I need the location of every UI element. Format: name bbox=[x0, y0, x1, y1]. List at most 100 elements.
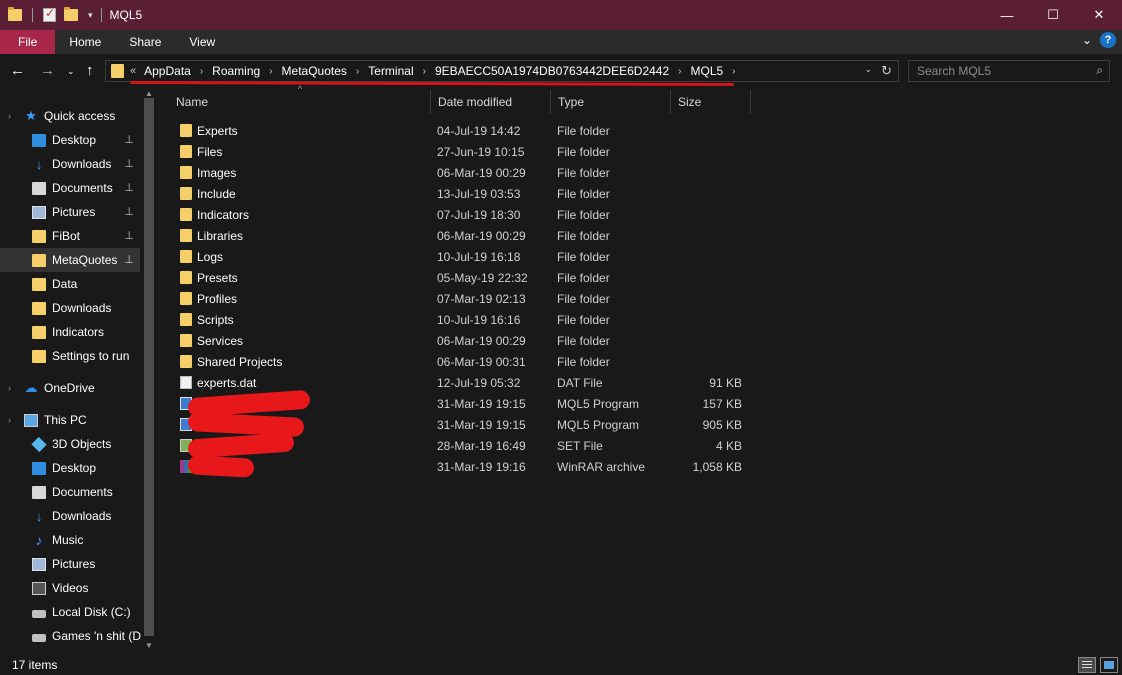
pin-icon[interactable]: ⊥ bbox=[124, 181, 134, 194]
nav-item-label: Games 'n shit (D bbox=[52, 629, 141, 643]
expand-chevron-icon[interactable]: › bbox=[8, 111, 11, 121]
table-row[interactable]: 31-Mar-19 19:16 WinRAR archive 1,058 KB bbox=[176, 455, 776, 478]
nav-item-local-disk-c[interactable]: Local Disk (C:) bbox=[0, 600, 140, 624]
tab-view[interactable]: View bbox=[175, 30, 229, 54]
nav-item-metaquotes[interactable]: MetaQuotes ⊥ bbox=[0, 248, 140, 272]
hidden-crumbs-icon[interactable]: « bbox=[130, 65, 136, 77]
column-header-type[interactable]: Type bbox=[550, 88, 670, 116]
table-row[interactable]: 31-Mar-19 19:15 MQL5 Program 157 KB bbox=[176, 389, 776, 418]
nav-item-pictures[interactable]: Pictures ⊥ bbox=[0, 200, 140, 224]
forward-arrow-icon[interactable]: → bbox=[40, 62, 55, 79]
table-row[interactable]: Libraries 06-Mar-19 00:29 File folder bbox=[176, 225, 776, 246]
scrollbar-thumb[interactable] bbox=[144, 98, 154, 636]
tab-share[interactable]: Share bbox=[115, 30, 175, 54]
pin-icon[interactable]: ⊥ bbox=[124, 133, 134, 146]
nav-item-settings-to-run[interactable]: Settings to run bbox=[0, 344, 140, 368]
expand-chevron-icon[interactable]: › bbox=[8, 415, 11, 425]
nav-item-onedrive[interactable]: › ☁ OneDrive bbox=[0, 376, 140, 400]
nav-item-downloads[interactable]: Downloads bbox=[0, 296, 140, 320]
recent-locations-icon[interactable]: ⌄ bbox=[67, 66, 75, 77]
nav-item-desktop[interactable]: Desktop ⊥ bbox=[0, 128, 140, 152]
chevron-right-icon[interactable]: › bbox=[678, 66, 681, 77]
nav-scrollbar[interactable]: ▲ ▼ bbox=[142, 88, 156, 655]
scroll-up-icon[interactable]: ▲ bbox=[145, 89, 153, 98]
nav-item-documents[interactable]: Documents ⊥ bbox=[0, 176, 140, 200]
table-row[interactable]: 31-Mar-19 19:15 MQL5 Program 905 KB bbox=[176, 411, 776, 438]
up-arrow-icon[interactable]: ↑ bbox=[86, 62, 94, 79]
chevron-right-icon[interactable]: › bbox=[356, 66, 359, 77]
close-button[interactable]: ✕ bbox=[1076, 0, 1122, 30]
nav-item-indicators[interactable]: Indicators bbox=[0, 320, 140, 344]
tab-file[interactable]: File bbox=[0, 30, 56, 54]
breadcrumb-roaming[interactable]: Roaming bbox=[212, 64, 260, 78]
minimize-button[interactable]: — bbox=[984, 0, 1030, 30]
table-row[interactable]: Include 13-Jul-19 03:53 File folder bbox=[176, 183, 776, 204]
table-row[interactable]: Indicators 07-Jul-19 18:30 File folder bbox=[176, 204, 776, 225]
scroll-down-icon[interactable]: ▼ bbox=[145, 641, 153, 650]
date-modified: 31-Mar-19 19:16 bbox=[437, 460, 526, 474]
nav-item-downloads[interactable]: ↓ Downloads bbox=[0, 504, 140, 528]
nav-item-quick-access[interactable]: › ★ Quick access bbox=[0, 104, 140, 128]
table-row[interactable]: 28-Mar-19 16:49 SET File 4 KB bbox=[176, 432, 776, 459]
chevron-right-icon[interactable]: › bbox=[269, 66, 272, 77]
table-row[interactable]: Logs 10-Jul-19 16:18 File folder bbox=[176, 246, 776, 267]
nav-item-pictures[interactable]: Pictures bbox=[0, 552, 140, 576]
breadcrumb-appdata[interactable]: AppData bbox=[144, 64, 191, 78]
table-row[interactable]: Files 27-Jun-19 10:15 File folder bbox=[176, 141, 776, 162]
pin-icon[interactable]: ⊥ bbox=[124, 157, 134, 170]
column-header-date[interactable]: Date modified bbox=[430, 88, 550, 116]
pin-icon[interactable]: ⊥ bbox=[124, 253, 134, 266]
breadcrumb-mql5[interactable]: MQL5 bbox=[690, 64, 723, 78]
table-row[interactable]: experts.dat 12-Jul-19 05:32 DAT File 91 KB bbox=[176, 372, 776, 393]
folder-icon[interactable] bbox=[8, 7, 22, 21]
customize-toolbar-icon[interactable]: ▾ bbox=[88, 10, 93, 21]
chevron-right-icon[interactable]: › bbox=[423, 66, 426, 77]
expand-ribbon-icon[interactable]: ⌄ bbox=[1082, 33, 1092, 47]
nav-item-fibot[interactable]: FiBot ⊥ bbox=[0, 224, 140, 248]
column-header-name[interactable]: Name bbox=[168, 88, 430, 116]
nav-item-3d-objects[interactable]: 3D Objects bbox=[0, 432, 140, 456]
table-row[interactable]: Profiles 07-Mar-19 02:13 File folder bbox=[176, 288, 776, 309]
nav-item-this-pc[interactable]: › This PC bbox=[0, 408, 140, 432]
properties-icon[interactable] bbox=[43, 6, 56, 22]
address-history-icon[interactable]: ⌄ bbox=[864, 64, 872, 75]
search-box[interactable]: ⌕ bbox=[908, 60, 1110, 82]
address-bar[interactable]: « AppData › Roaming › MetaQuotes › Termi… bbox=[105, 60, 899, 82]
nav-item-downloads[interactable]: ↓ Downloads ⊥ bbox=[0, 152, 140, 176]
search-input[interactable] bbox=[909, 61, 1079, 81]
new-folder-icon[interactable] bbox=[64, 7, 78, 21]
nav-item-videos[interactable]: Videos bbox=[0, 576, 140, 600]
nav-item-data[interactable]: Data bbox=[0, 272, 140, 296]
nav-item-desktop[interactable]: Desktop bbox=[0, 456, 140, 480]
table-row[interactable]: Experts 04-Jul-19 14:42 File folder bbox=[176, 120, 776, 141]
details-view-button[interactable] bbox=[1078, 657, 1096, 673]
refresh-icon[interactable]: ↻ bbox=[881, 63, 892, 79]
table-row[interactable]: Images 06-Mar-19 00:29 File folder bbox=[176, 162, 776, 183]
table-row[interactable]: Services 06-Mar-19 00:29 File folder bbox=[176, 330, 776, 351]
back-arrow-icon[interactable]: ← bbox=[10, 62, 25, 79]
table-row[interactable]: Presets 05-May-19 22:32 File folder bbox=[176, 267, 776, 288]
pin-icon[interactable]: ⊥ bbox=[124, 205, 134, 218]
column-header-size[interactable]: Size bbox=[670, 88, 750, 116]
breadcrumb-metaquotes[interactable]: MetaQuotes bbox=[282, 64, 347, 78]
help-icon[interactable]: ? bbox=[1100, 32, 1116, 48]
large-icons-view-button[interactable] bbox=[1100, 657, 1118, 673]
search-icon[interactable]: ⌕ bbox=[1096, 63, 1103, 78]
table-row[interactable]: Scripts 10-Jul-19 16:16 File folder bbox=[176, 309, 776, 330]
expand-chevron-icon[interactable]: › bbox=[8, 383, 11, 393]
chevron-right-icon[interactable]: › bbox=[200, 66, 203, 77]
tab-home[interactable]: Home bbox=[55, 30, 115, 54]
nav-item-label: MetaQuotes bbox=[52, 253, 118, 267]
pin-icon[interactable]: ⊥ bbox=[124, 229, 134, 242]
document-icon bbox=[32, 485, 46, 499]
maximize-button[interactable]: ☐ bbox=[1030, 0, 1076, 30]
table-row[interactable]: Shared Projects 06-Mar-19 00:31 File folde… bbox=[176, 351, 776, 372]
chevron-right-icon[interactable]: › bbox=[732, 66, 735, 77]
redaction-scribble bbox=[187, 432, 295, 459]
breadcrumb-terminal[interactable]: Terminal bbox=[368, 64, 413, 78]
nav-item-documents[interactable]: Documents bbox=[0, 480, 140, 504]
nav-item-music[interactable]: ♪ Music bbox=[0, 528, 140, 552]
breadcrumb-terminal-id[interactable]: 9EBAECC50A1974DB0763442DEE6D2442 bbox=[435, 64, 669, 78]
column-divider[interactable] bbox=[750, 90, 751, 114]
nav-item-games-n-shit-d[interactable]: Games 'n shit (D bbox=[0, 624, 141, 648]
